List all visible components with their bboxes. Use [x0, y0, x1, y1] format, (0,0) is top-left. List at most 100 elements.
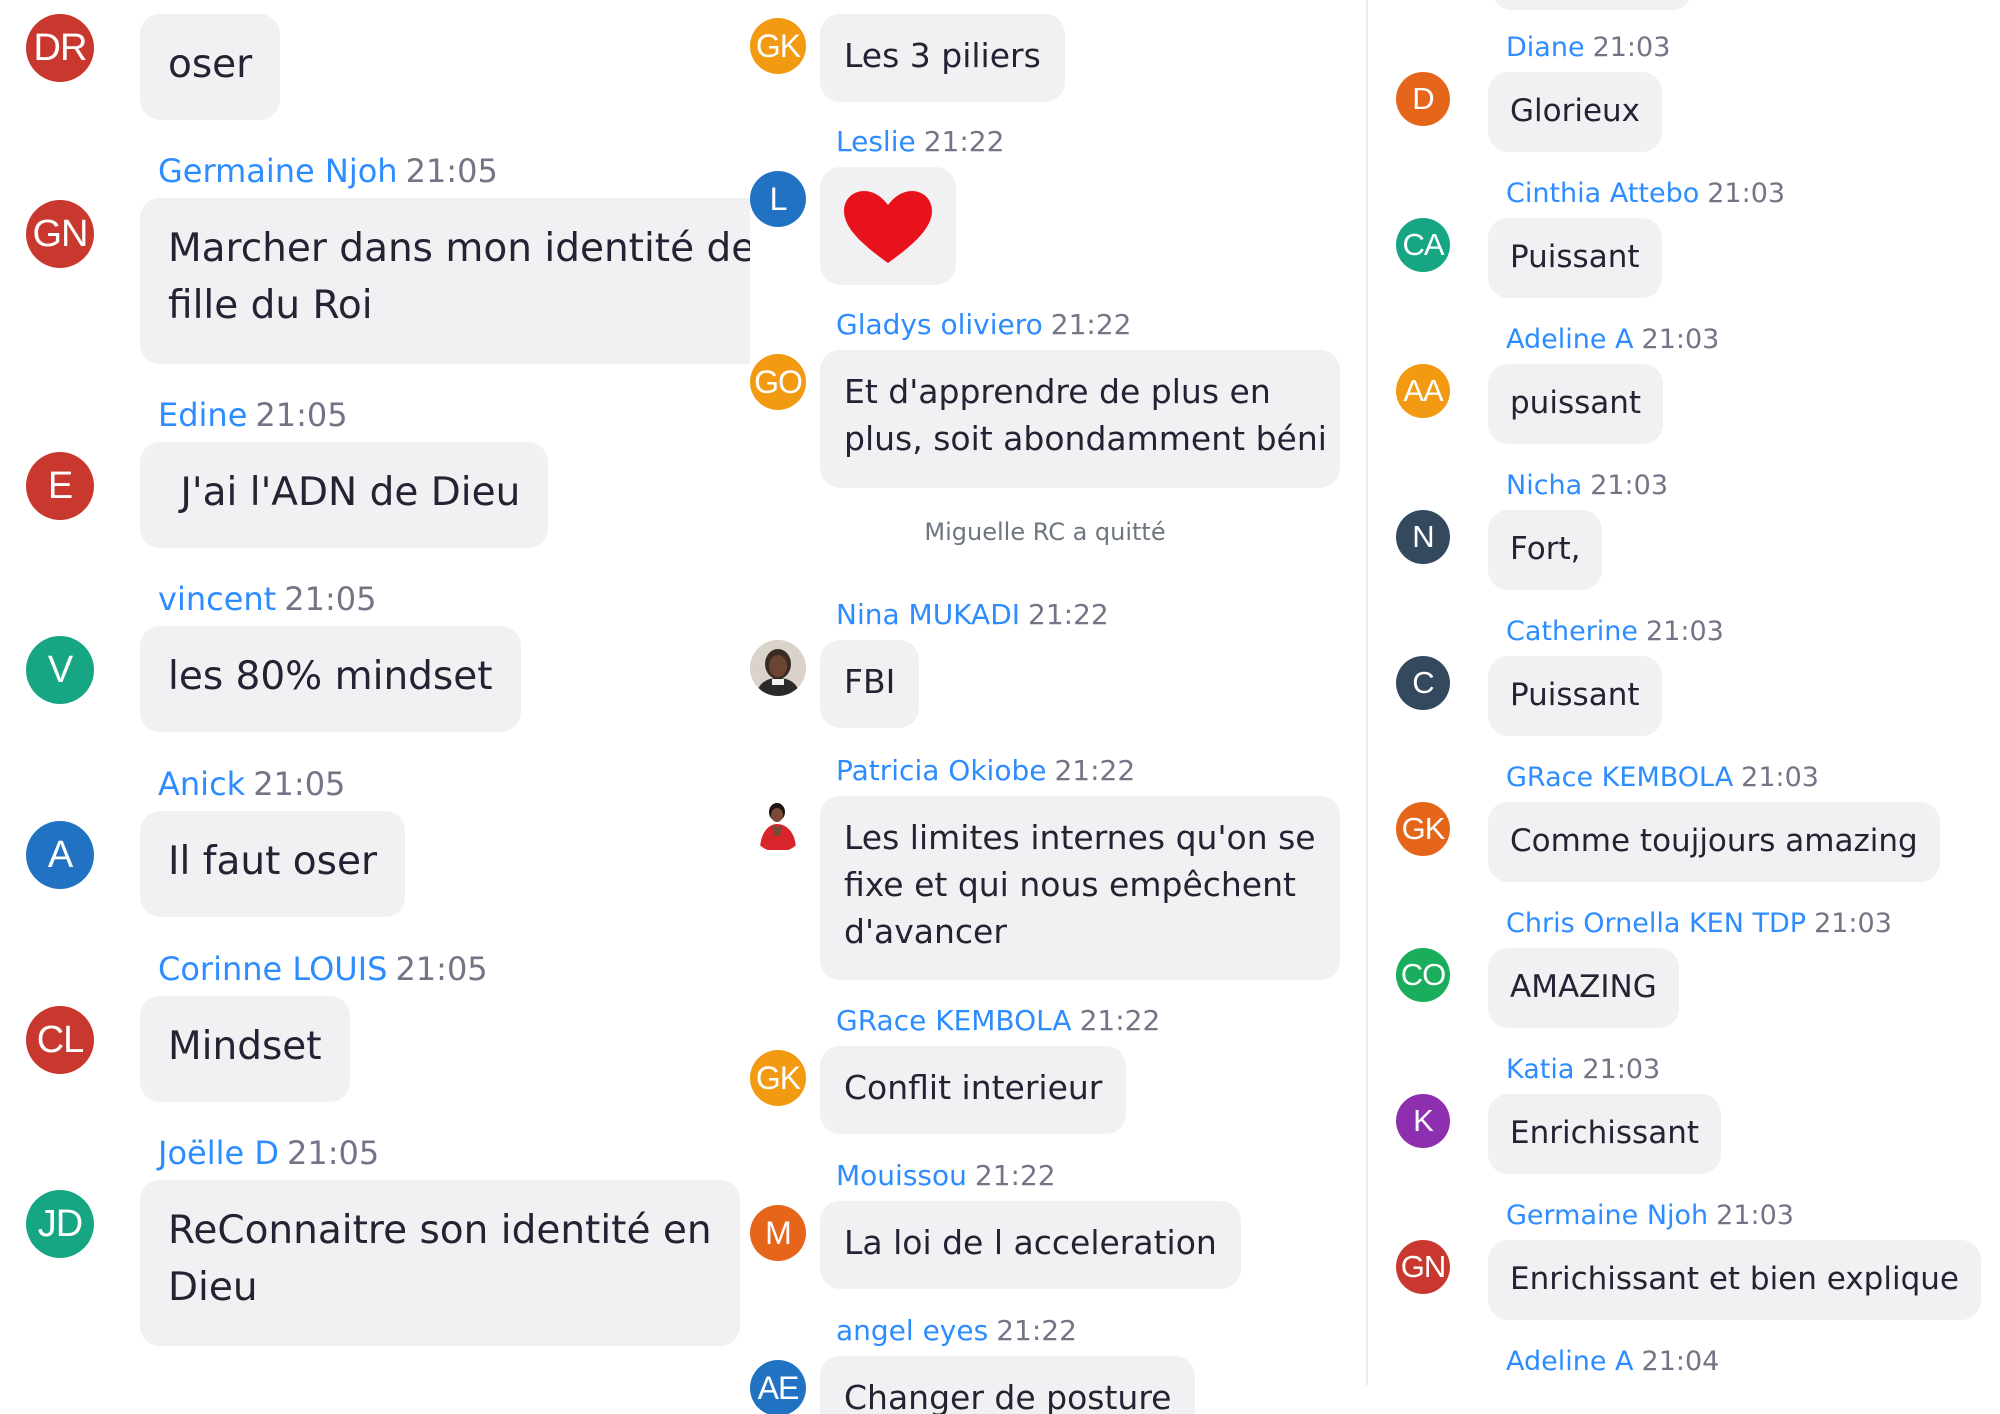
message-text: Fort,: [1510, 531, 1581, 567]
avatar: GO: [750, 354, 806, 410]
message-header: Joëlle D 21:05: [158, 1134, 379, 1172]
message-bubble[interactable]: Les 3 piliers: [820, 14, 1065, 102]
message-time: 21:05: [286, 1134, 380, 1172]
sender-name[interactable]: Leslie: [836, 125, 916, 158]
chat-panel-left: DR oser Germaine Njoh 21:05 GN Marcher da…: [0, 0, 750, 1414]
sender-name[interactable]: Adeline A: [1506, 1346, 1634, 1377]
person-photo-icon: [750, 640, 806, 696]
photo-avatar: [750, 796, 806, 852]
message-header: Mouissou 21:22: [836, 1159, 1056, 1192]
message-time: 21:03: [1716, 1200, 1794, 1231]
message-header: Adeline A 21:04: [1506, 1346, 1719, 1377]
sender-name[interactable]: Anick: [158, 765, 245, 803]
message-header: Germaine Njoh 21:05: [158, 152, 498, 190]
message-header: Leslie 21:22: [836, 125, 1004, 158]
message-bubble[interactable]: AMAZING: [1488, 948, 1679, 1028]
sender-name[interactable]: Germaine Njoh: [158, 152, 398, 190]
message-bubble[interactable]: Changer de posture: [820, 1356, 1196, 1414]
sender-name[interactable]: Catherine: [1506, 616, 1638, 647]
message-header: Edine 21:05: [158, 396, 348, 434]
sender-name[interactable]: Adeline A: [1506, 324, 1634, 355]
message-text: Glorieux: [1510, 93, 1641, 129]
message-time: 21:22: [974, 1159, 1056, 1192]
message-header: Germaine Njoh 21:03: [1506, 1200, 1794, 1231]
message-time: 21:22: [923, 125, 1005, 158]
sender-name[interactable]: angel eyes: [836, 1314, 988, 1347]
message-text: plus, soit abondamment béni: [844, 419, 1327, 458]
message-bubble[interactable]: Conflit interieur: [820, 1046, 1127, 1134]
message-time: 21:03: [1641, 324, 1720, 355]
message-time: 21:03: [1741, 762, 1819, 793]
avatar: K: [1396, 1094, 1450, 1148]
message-text: AMAZING: [1510, 969, 1657, 1005]
sender-name[interactable]: GRace KEMBOLA: [836, 1004, 1072, 1037]
system-message: Miguelle RC a quitté: [924, 518, 1166, 546]
message-text: Puissant: [1510, 677, 1640, 713]
message-bubble[interactable]: oser: [140, 14, 281, 120]
message-bubble[interactable]: les 80% mindset: [140, 626, 521, 732]
message-bubble[interactable]: [1492, 0, 1692, 10]
message-bubble[interactable]: puissant: [1488, 364, 1664, 444]
message-bubble[interactable]: [820, 167, 956, 285]
message-time: 21:03: [1707, 178, 1786, 209]
message-bubble[interactable]: La loi de l acceleration: [820, 1201, 1241, 1289]
photo-avatar: [750, 640, 806, 696]
message-header: Anick 21:05: [158, 765, 345, 803]
heart-emoji-icon: [844, 191, 932, 263]
sender-name[interactable]: Corinne LOUIS: [158, 950, 387, 988]
message-header: angel eyes 21:22: [836, 1314, 1077, 1347]
avatar: GN: [26, 200, 94, 268]
message-text: ReConnaitre son identité en: [168, 1208, 712, 1253]
message-bubble[interactable]: Puissant: [1488, 218, 1662, 298]
message-bubble[interactable]: Et d'apprendre de plus en plus, soit abo…: [820, 350, 1340, 488]
message-text: les 80% mindset: [168, 654, 493, 699]
message-bubble[interactable]: Marcher dans mon identité de fille du Ro…: [140, 198, 750, 364]
sender-name[interactable]: Patricia Okiobe: [836, 754, 1046, 787]
avatar: JD: [26, 1190, 94, 1258]
sender-name[interactable]: Katia: [1506, 1054, 1574, 1085]
message-text: FBI: [844, 662, 896, 701]
sender-name[interactable]: Joëlle D: [158, 1134, 279, 1172]
message-time: 21:05: [255, 396, 348, 434]
message-bubble[interactable]: Il faut oser: [140, 811, 405, 917]
sender-name[interactable]: Nicha: [1506, 470, 1582, 501]
message-text: Les limites internes qu'on se: [844, 818, 1316, 857]
message-bubble[interactable]: Les limites internes qu'on se fixe et qu…: [820, 796, 1340, 980]
message-time: 21:22: [1054, 754, 1136, 787]
message-bubble[interactable]: J'ai l'ADN de Dieu: [140, 442, 549, 548]
sender-name[interactable]: Edine: [158, 396, 247, 434]
sender-name[interactable]: Gladys oliviero: [836, 308, 1043, 341]
avatar: GK: [1396, 802, 1450, 856]
message-bubble[interactable]: Enrichissant: [1488, 1094, 1721, 1174]
sender-name[interactable]: Mouissou: [836, 1159, 967, 1192]
sender-name[interactable]: Diane: [1506, 32, 1585, 63]
message-bubble[interactable]: Fort,: [1488, 510, 1603, 590]
message-text: Conflit interieur: [844, 1068, 1103, 1107]
avatar: D: [1396, 72, 1450, 126]
message-time: 21:22: [1079, 1004, 1161, 1037]
message-bubble[interactable]: FBI: [820, 640, 920, 728]
sender-name[interactable]: vincent: [158, 580, 276, 618]
message-bubble[interactable]: ReConnaitre son identité en Dieu: [140, 1180, 740, 1346]
avatar: AA: [1396, 364, 1450, 418]
message-time: 21:22: [1028, 598, 1109, 631]
sender-name[interactable]: GRace KEMBOLA: [1506, 762, 1733, 793]
message-header: GRace KEMBOLA 21:03: [1506, 762, 1819, 793]
message-text: Les 3 piliers: [844, 36, 1041, 75]
message-bubble[interactable]: Comme toujjours amazing: [1488, 802, 1940, 882]
message-bubble[interactable]: Mindset: [140, 996, 350, 1102]
message-bubble[interactable]: Puissant: [1488, 656, 1662, 736]
message-text: puissant: [1510, 385, 1642, 421]
message-text: Mindset: [168, 1024, 322, 1069]
sender-name[interactable]: Germaine Njoh: [1506, 1200, 1708, 1231]
message-bubble[interactable]: Glorieux: [1488, 72, 1663, 152]
message-bubble[interactable]: Enrichissant et bien explique: [1488, 1240, 1981, 1320]
message-time: 21:05: [395, 950, 488, 988]
sender-name[interactable]: Chris Ornella KEN TDP: [1506, 908, 1806, 939]
avatar: E: [26, 452, 94, 520]
sender-name[interactable]: Nina MUKADI: [836, 598, 1020, 631]
message-header: Catherine 21:03: [1506, 616, 1724, 647]
avatar: GK: [750, 1050, 806, 1106]
message-header: Nicha 21:03: [1506, 470, 1668, 501]
sender-name[interactable]: Cinthia Attebo: [1506, 178, 1699, 209]
